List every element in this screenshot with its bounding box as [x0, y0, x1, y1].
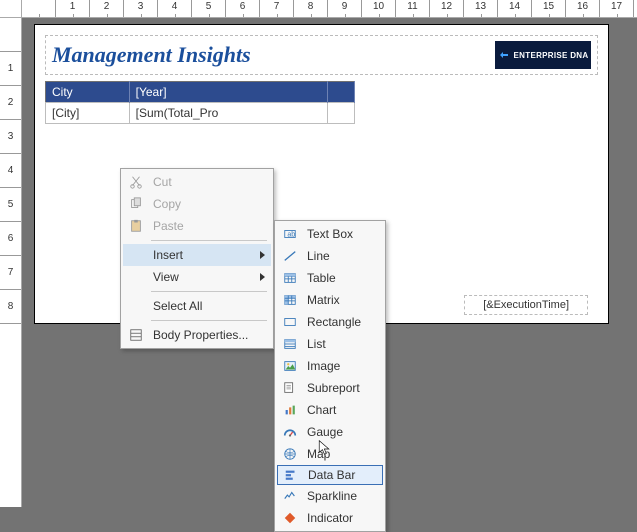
rectangle-icon [281, 314, 299, 330]
insert-submenu[interactable]: ab Text Box Line Table Matrix Rectangle List Im… [274, 220, 386, 532]
menu-item-label: List [307, 337, 377, 351]
column-header[interactable] [328, 82, 355, 103]
horizontal-ruler: 1234567891011121314151617 [22, 0, 637, 18]
properties-icon [127, 327, 145, 343]
subreport-icon [281, 380, 299, 396]
menu-item-insert[interactable]: Insert [123, 244, 271, 266]
menu-item-label: Insert [153, 248, 252, 262]
image-icon [281, 358, 299, 374]
table-row[interactable]: [City][Sum(Total_Pro [46, 103, 355, 124]
data-table[interactable]: City[Year] [City][Sum(Total_Pro [45, 81, 355, 124]
vertical-ruler: 12345678 [0, 18, 22, 507]
menu-item-label: Subreport [307, 381, 377, 395]
menu-item-image[interactable]: Image [277, 355, 383, 377]
table-cell[interactable]: [City] [46, 103, 130, 124]
menu-item-label: Select All [153, 299, 265, 313]
column-header[interactable]: City [46, 82, 130, 103]
map-icon [281, 446, 299, 462]
menu-item-subreport[interactable]: Subreport [277, 377, 383, 399]
menu-item-paste: Paste [123, 215, 271, 237]
menu-item-view[interactable]: View [123, 266, 271, 288]
blank-icon [127, 269, 145, 285]
menu-item-select-all[interactable]: Select All [123, 295, 271, 317]
menu-item-copy: Copy [123, 193, 271, 215]
menu-item-label: Text Box [307, 227, 377, 241]
execution-time-field[interactable]: [&ExecutionTime] [464, 295, 588, 315]
menu-item-label: View [153, 270, 252, 284]
report-title: Management Insights [52, 42, 251, 68]
menu-item-cut: Cut [123, 171, 271, 193]
gauge-icon [281, 424, 299, 440]
arrow-icon [498, 49, 510, 61]
chart-icon [281, 402, 299, 418]
menu-item-label: Line [307, 249, 377, 263]
menu-item-chart[interactable]: Chart [277, 399, 383, 421]
svg-text:ab: ab [287, 232, 295, 239]
indicator-icon [281, 510, 299, 526]
menu-item-matrix[interactable]: Matrix [277, 289, 383, 311]
menu-item-label: Chart [307, 403, 377, 417]
menu-item-line[interactable]: Line [277, 245, 383, 267]
menu-item-label: Gauge [307, 425, 377, 439]
table-icon [281, 270, 299, 286]
menu-item-label: Rectangle [307, 315, 377, 329]
menu-item-sparkline[interactable]: Sparkline [277, 485, 383, 507]
menu-item-label: Map [307, 447, 377, 461]
enterprise-dna-logo: ENTERPRISE DNA [495, 41, 591, 69]
menu-item-list[interactable]: List [277, 333, 383, 355]
menu-item-map[interactable]: Map [277, 443, 383, 465]
context-menu[interactable]: Cut Copy Paste Insert View Select All Body Pro… [120, 168, 274, 349]
menu-item-label: Paste [153, 219, 265, 233]
line-icon [281, 248, 299, 264]
menu-item-label: Body Properties... [153, 328, 265, 342]
menu-item-rectangle[interactable]: Rectangle [277, 311, 383, 333]
menu-item-label: Sparkline [307, 489, 377, 503]
textbox-icon: ab [281, 226, 299, 242]
menu-item-text-box[interactable]: ab Text Box [277, 223, 383, 245]
submenu-arrow-icon [260, 251, 265, 259]
matrix-icon [281, 292, 299, 308]
menu-item-label: Indicator [307, 511, 377, 525]
menu-item-label: Data Bar [308, 468, 376, 482]
menu-item-label: Copy [153, 197, 265, 211]
submenu-arrow-icon [260, 273, 265, 281]
list-icon [281, 336, 299, 352]
menu-item-body-properties-[interactable]: Body Properties... [123, 324, 271, 346]
paste-icon [127, 218, 145, 234]
menu-item-label: Image [307, 359, 377, 373]
blank-icon [127, 247, 145, 263]
menu-item-data-bar[interactable]: Data Bar [277, 465, 383, 485]
databar-icon [282, 467, 300, 483]
menu-item-label: Cut [153, 175, 265, 189]
sparkline-icon [281, 488, 299, 504]
menu-item-label: Table [307, 271, 377, 285]
blank-icon [127, 298, 145, 314]
cut-icon [127, 174, 145, 190]
column-header[interactable]: [Year] [129, 82, 327, 103]
report-header: Management Insights ENTERPRISE DNA [45, 35, 598, 75]
table-cell[interactable] [328, 103, 355, 124]
table-cell[interactable]: [Sum(Total_Pro [129, 103, 327, 124]
menu-item-table[interactable]: Table [277, 267, 383, 289]
menu-item-indicator[interactable]: Indicator [277, 507, 383, 529]
menu-item-label: Matrix [307, 293, 377, 307]
copy-icon [127, 196, 145, 212]
menu-item-gauge[interactable]: Gauge [277, 421, 383, 443]
